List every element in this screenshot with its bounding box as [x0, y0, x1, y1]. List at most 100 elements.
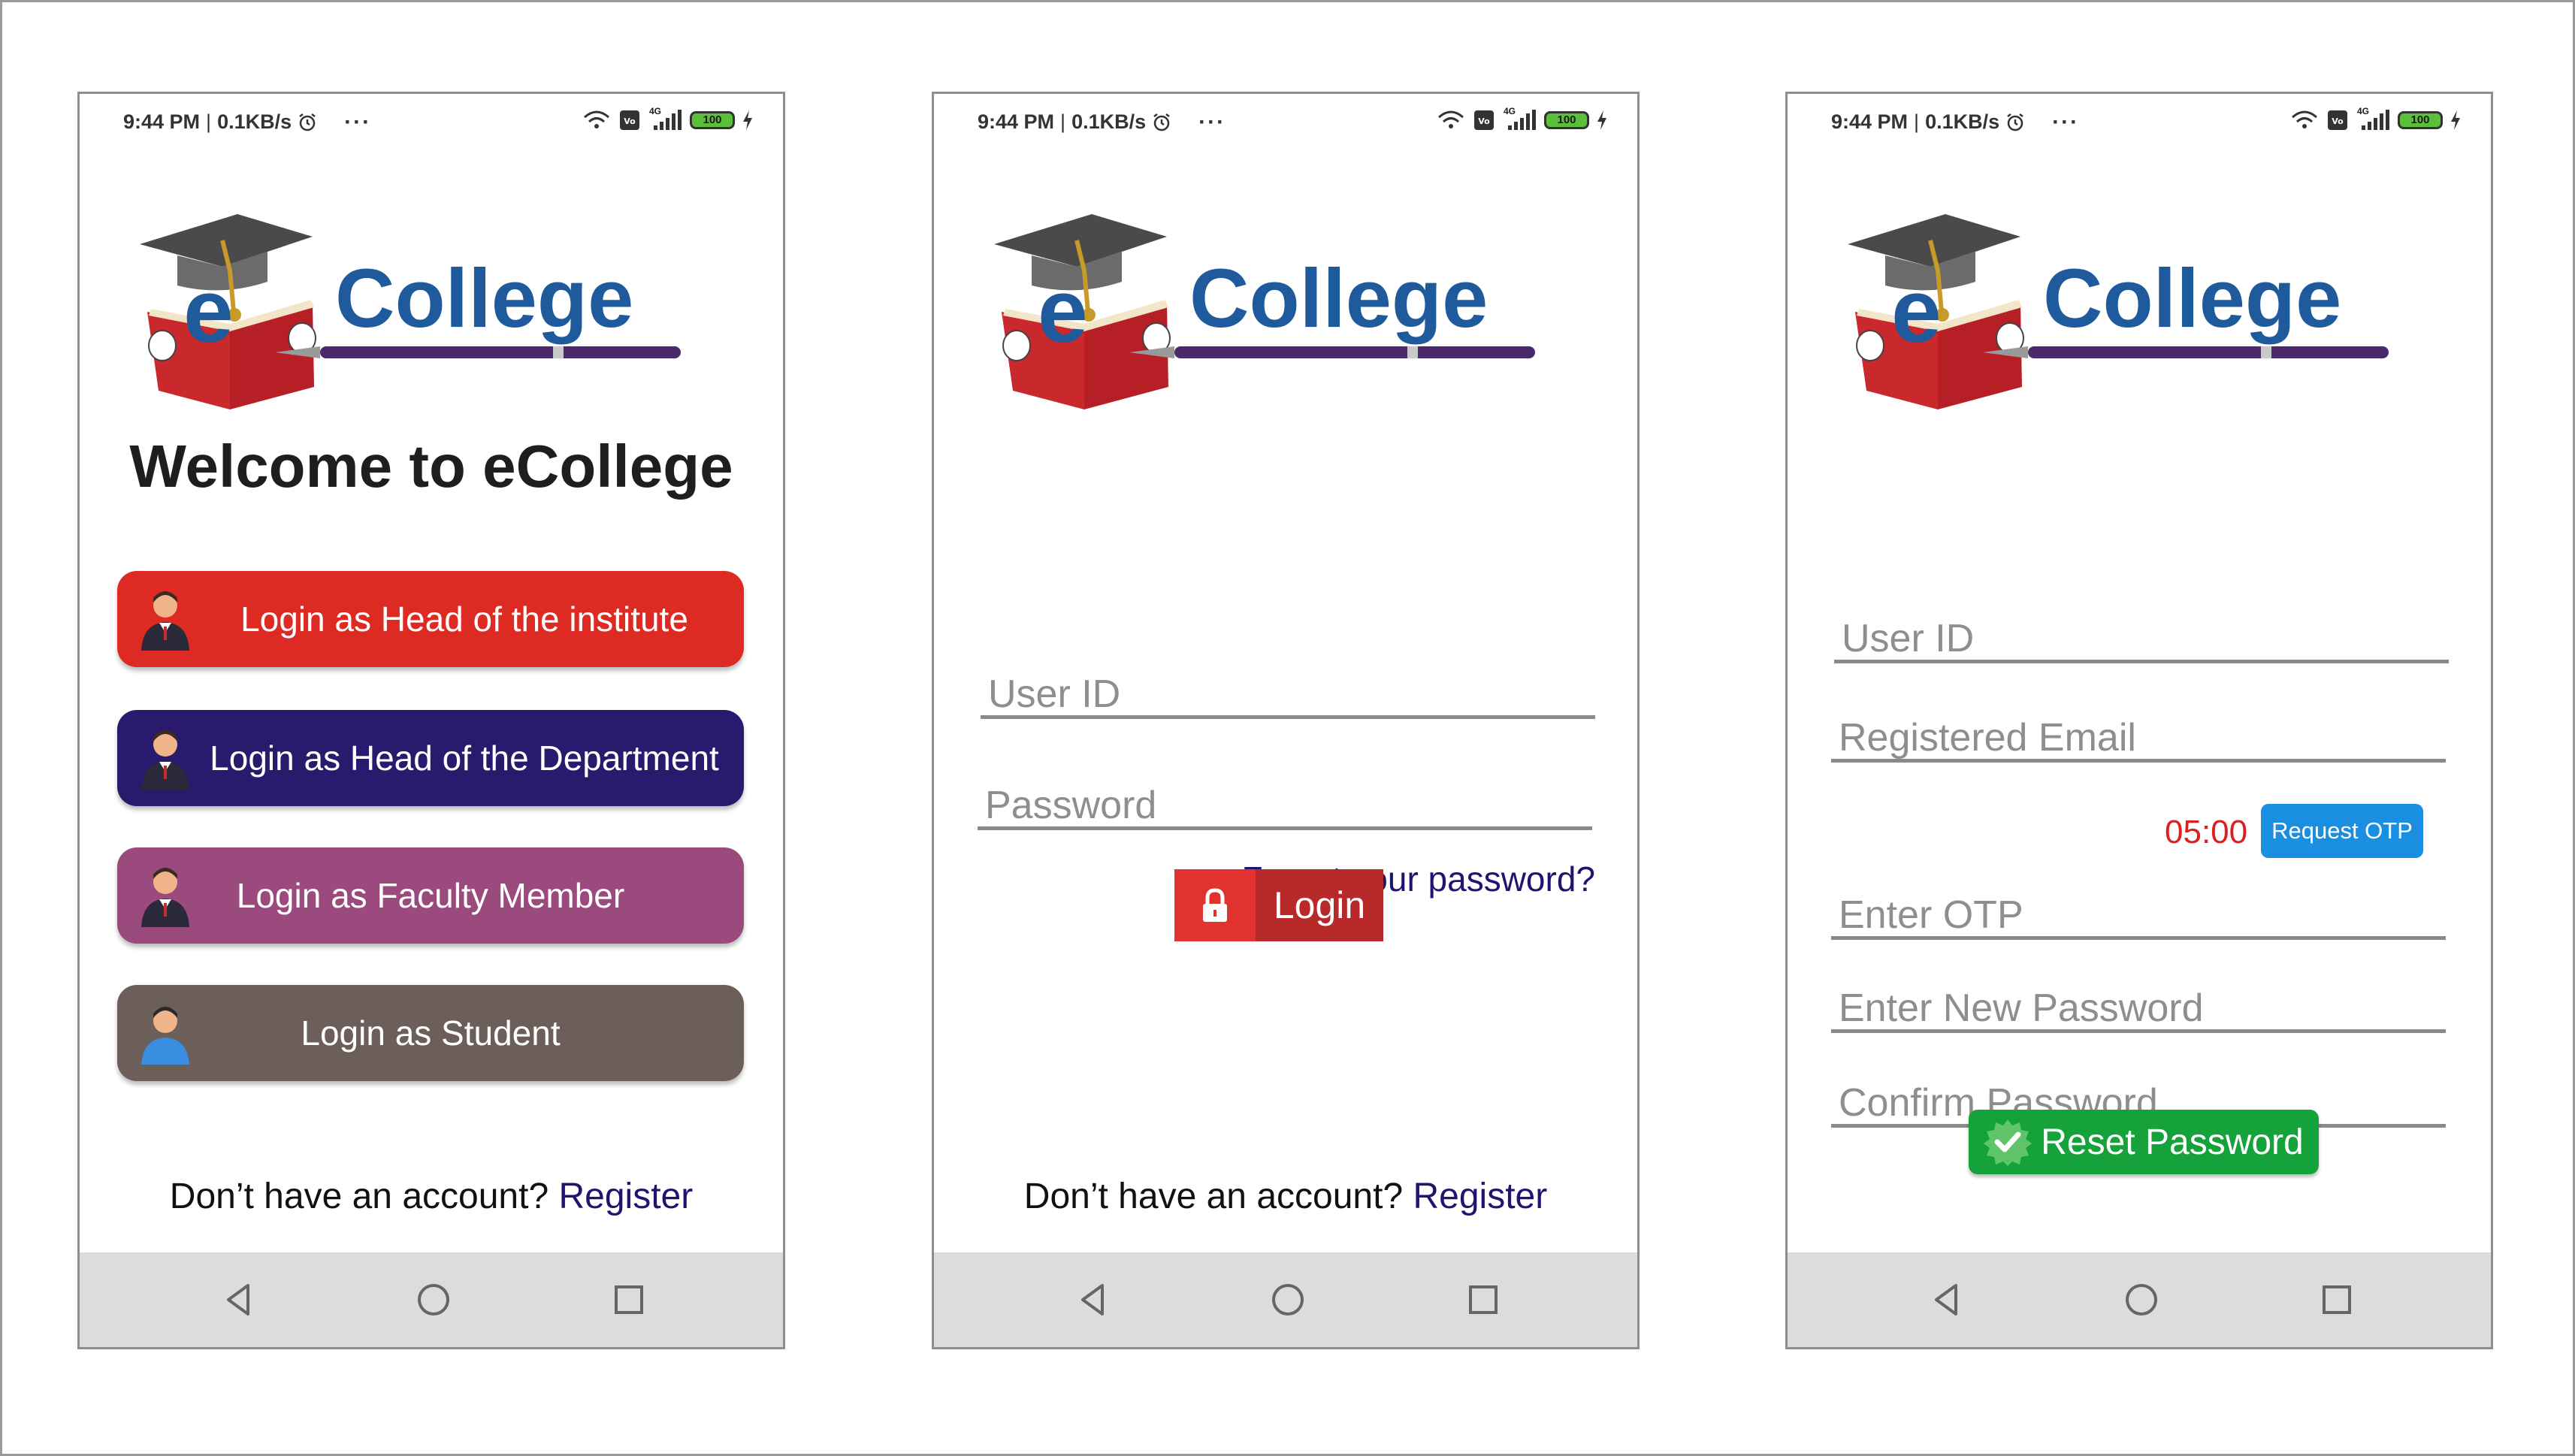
recents-icon[interactable] — [1464, 1281, 1502, 1319]
status-bar: 9:44 PM | 0.1KB/s ··· Vo 4G 100 — [1788, 94, 2491, 154]
lock-icon — [1203, 888, 1227, 922]
button-label: Login as Head of the Department — [210, 739, 719, 778]
otp-field[interactable] — [1831, 880, 2446, 940]
button-label: Login as Head of the institute — [240, 600, 688, 639]
svg-text:Vo: Vo — [2332, 116, 2344, 126]
status-left: 9:44 PM | 0.1KB/s ··· — [1831, 110, 2079, 134]
faculty-avatar-icon — [137, 864, 194, 927]
request-otp-button[interactable]: Request OTP — [2261, 804, 2423, 858]
battery-icon: 100 — [2398, 111, 2443, 129]
otp-input[interactable] — [1831, 880, 2446, 936]
wifi-icon — [584, 110, 609, 128]
home-icon[interactable] — [2123, 1281, 2160, 1319]
more-notifications-icon: ··· — [344, 109, 372, 134]
login-button[interactable]: Login — [1174, 869, 1383, 941]
status-network-speed: 0.1KB/s — [217, 110, 292, 133]
head-of-department-avatar-icon — [137, 726, 194, 790]
back-icon[interactable] — [1074, 1281, 1111, 1319]
user-id-input[interactable] — [981, 659, 1595, 715]
welcome-title: Welcome to eCollege — [129, 433, 733, 500]
recents-icon[interactable] — [2318, 1281, 2356, 1319]
charging-icon — [743, 110, 752, 130]
register-prompt: Don’t have an account? Register — [934, 1176, 1637, 1217]
registered-email-field[interactable] — [1831, 702, 2446, 763]
charging-icon — [2451, 110, 2460, 130]
student-avatar-icon — [137, 1001, 194, 1065]
user-id-input[interactable] — [1834, 603, 2449, 660]
phone-screen-reset-password: 9:44 PM | 0.1KB/s ··· Vo 4G 100 05:00 Re… — [1785, 92, 2493, 1349]
lock-icon-box — [1174, 869, 1256, 941]
navigation-bar — [934, 1252, 1637, 1347]
new-password-field[interactable] — [1831, 973, 2446, 1033]
signal-icon: 4G — [2356, 106, 2390, 131]
password-input[interactable] — [978, 770, 1592, 826]
signal-icon: 4G — [1502, 106, 1537, 131]
status-bar: 9:44 PM | 0.1KB/s ··· Vo 4G 100 — [934, 94, 1637, 154]
more-notifications-icon: ··· — [2052, 109, 2080, 134]
status-time: 9:44 PM — [978, 110, 1055, 133]
battery-icon: 100 — [690, 111, 735, 129]
home-icon[interactable] — [1269, 1281, 1307, 1319]
status-separator: | — [1060, 110, 1066, 133]
user-id-field[interactable] — [1834, 603, 2449, 663]
login-head-of-institute-button[interactable]: Login as Head of the institute — [117, 571, 744, 667]
login-label: Login — [1273, 884, 1366, 926]
status-separator: | — [1914, 110, 1920, 133]
login-student-button[interactable]: Login as Student — [117, 985, 744, 1081]
back-icon[interactable] — [1927, 1281, 1965, 1319]
home-icon[interactable] — [415, 1281, 452, 1319]
otp-countdown-timer: 05:00 — [2165, 814, 2248, 850]
status-time: 9:44 PM — [1831, 110, 1909, 133]
verified-check-icon — [1984, 1119, 2032, 1166]
register-prompt-text: Don’t have an account? — [169, 1177, 549, 1216]
register-link[interactable]: Register — [558, 1177, 693, 1216]
user-id-field[interactable] — [981, 659, 1595, 719]
volte-icon: Vo — [1474, 110, 1494, 130]
volte-icon: Vo — [2328, 110, 2347, 130]
phone-screen-welcome: 9:44 PM | 0.1KB/s ··· Vo 4G 100 Welcome … — [77, 92, 785, 1349]
reset-password-button[interactable]: Reset Password — [1969, 1110, 2319, 1174]
more-notifications-icon: ··· — [1198, 109, 1226, 134]
status-time: 9:44 PM — [123, 110, 201, 133]
register-link[interactable]: Register — [1413, 1177, 1547, 1216]
navigation-bar — [1788, 1252, 2491, 1347]
button-label: Login as Faculty Member — [236, 876, 625, 915]
recents-icon[interactable] — [610, 1281, 648, 1319]
register-prompt: Don’t have an account? Register — [80, 1176, 783, 1217]
volte-icon: Vo — [620, 110, 639, 130]
navigation-bar — [80, 1252, 783, 1347]
phone-screen-login: 9:44 PM | 0.1KB/s ··· Vo 4G 100 Forgot y… — [932, 92, 1640, 1349]
charging-icon — [1597, 110, 1606, 130]
status-right: Vo 4G 100 — [582, 106, 753, 131]
status-bar: 9:44 PM | 0.1KB/s ··· Vo 4G 100 — [80, 94, 783, 154]
head-of-institute-avatar-icon — [137, 588, 194, 651]
wifi-icon — [2292, 110, 2317, 128]
status-left: 9:44 PM | 0.1KB/s ··· — [123, 110, 371, 134]
status-separator: | — [206, 110, 212, 133]
ecollege-logo — [972, 199, 1558, 424]
status-network-speed: 0.1KB/s — [1071, 110, 1147, 133]
svg-text:Vo: Vo — [624, 116, 636, 126]
registered-email-input[interactable] — [1831, 702, 2446, 759]
login-head-of-department-button[interactable]: Login as Head of the Department — [117, 710, 744, 806]
status-right: Vo 4G 100 — [1436, 106, 1607, 131]
alarm-icon — [299, 113, 316, 131]
button-label: Login as Student — [301, 1013, 561, 1053]
status-left: 9:44 PM | 0.1KB/s ··· — [978, 110, 1226, 134]
signal-icon: 4G — [648, 106, 682, 131]
back-icon[interactable] — [219, 1281, 257, 1319]
register-prompt-text: Don’t have an account? — [1023, 1177, 1404, 1216]
login-faculty-member-button[interactable]: Login as Faculty Member — [117, 847, 744, 944]
battery-icon: 100 — [1544, 111, 1589, 129]
alarm-icon — [2007, 113, 2023, 131]
new-password-input[interactable] — [1831, 973, 2446, 1029]
status-network-speed: 0.1KB/s — [1925, 110, 2000, 133]
ecollege-logo — [1825, 199, 2411, 424]
svg-text:Vo: Vo — [1478, 116, 1490, 126]
wifi-icon — [1438, 110, 1464, 128]
status-right: Vo 4G 100 — [2289, 106, 2461, 131]
alarm-icon — [1153, 113, 1170, 131]
reset-password-label: Reset Password — [2041, 1122, 2304, 1162]
ecollege-logo — [117, 199, 703, 424]
password-field[interactable] — [978, 770, 1592, 830]
